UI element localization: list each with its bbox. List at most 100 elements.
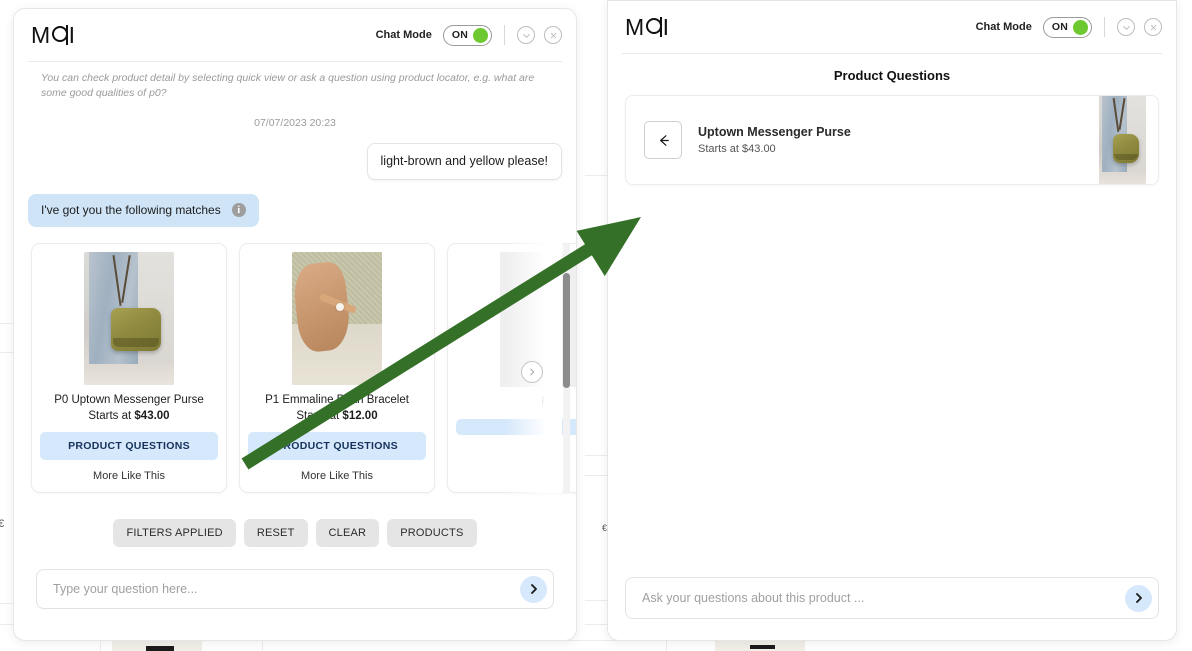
widget-header-left: MI Chat Mode ON [14,9,576,61]
toggle-state-label: ON [451,29,468,41]
products-button[interactable]: PRODUCTS [387,519,477,548]
purse-photo [84,252,174,386]
product-name: P [541,396,549,409]
product-carousel-track: P0 Uptown Messenger Purse Starts at $43.… [28,243,576,494]
background-rule [0,603,13,604]
product-price-prefix: Starts at [698,143,743,155]
background-rule [0,323,13,324]
bot-message-text: I've got you the following matches [41,202,221,217]
chat-composer-right[interactable] [625,577,1159,619]
product-questions-button[interactable] [456,418,576,435]
header-divider [504,25,505,45]
product-name-and-price: P1 Emmaline Pearl Bracelet Starts at $12… [265,393,409,424]
background-product-strip [146,646,174,651]
bracelet-photo [292,252,382,386]
chat-body-left: You can check product detail by selectin… [14,62,576,640]
more-like-this-link[interactable]: More Like This [301,470,373,482]
product-price-line: Starts at $43.00 [698,143,851,155]
send-button-left[interactable] [520,575,547,603]
product-carousel[interactable]: P0 Uptown Messenger Purse Starts at $43.… [28,243,576,494]
product-name-and-price: P0 Uptown Messenger Purse Starts at $43.… [54,393,204,424]
info-icon[interactable]: i [231,203,246,218]
product-questions-button[interactable]: PRODUCT QUESTIONS [248,432,426,461]
toggle-knob [1073,19,1088,35]
message-row-bot: I've got you the following matches i [14,193,576,228]
chat-body-right: Product Questions Uptown Messenger Purse… [608,54,1176,640]
product-questions-button[interactable]: PRODUCT QUESTIONS [40,432,218,461]
logo-o-glyph [645,16,662,37]
close-icon[interactable] [544,26,562,44]
arrow-left-icon[interactable] [644,121,682,159]
product-card-partial[interactable]: P [447,243,576,494]
header-controls-right: Chat Mode ON [975,16,1162,38]
logo-o-glyph [51,24,68,45]
carousel-scrollbar-thumb[interactable] [563,273,570,389]
product-price: $12.00 [342,409,378,422]
purse-photo [1099,96,1146,184]
product-image [292,252,382,386]
chat-input-left[interactable] [51,581,520,598]
background-rule [585,600,607,601]
chat-mode-toggle[interactable]: ON [442,24,492,46]
filters-applied-button[interactable]: FILTERS APPLIED [113,519,236,548]
logo-text-tail: I [662,13,670,40]
reset-button[interactable]: RESET [243,519,308,548]
clear-button[interactable]: CLEAR [315,519,380,548]
product-image [1099,96,1146,184]
right-panel-spacer [608,185,1176,577]
product-price: $43.00 [134,409,170,422]
chat-composer-left[interactable] [36,569,554,610]
close-icon[interactable] [1144,18,1162,36]
background-rule [100,640,101,651]
product-price-prefix: Starts at [296,409,343,422]
logo-text: M [31,21,51,48]
product-name: P1 Emmaline Pearl Bracelet [265,394,409,407]
background-rule [262,640,263,651]
locator-hint-text: You can check product detail by selectin… [41,72,535,100]
product-name: P0 Uptown Messenger Purse [54,394,204,407]
brand-logo: MI [31,22,76,49]
chat-mode-label: Chat Mode [375,29,432,41]
logo-text-tail: I [68,21,76,48]
widget-header-right: MI Chat Mode ON [608,1,1176,53]
background-product-strip [750,645,775,649]
user-message-bubble: light-brown and yellow please! [366,143,562,180]
product-card[interactable]: P0 Uptown Messenger Purse Starts at $43.… [31,243,227,494]
product-card[interactable]: P1 Emmaline Pearl Bracelet Starts at $12… [239,243,435,494]
message-row-user: light-brown and yellow please! [14,143,576,180]
product-detail-texts: Uptown Messenger Purse Starts at $43.00 [698,125,851,155]
quick-actions-row: FILTERS APPLIED RESET CLEAR PRODUCTS [14,519,576,548]
screenshot-canvas: € € MI Chat Mode ON You can check produc… [0,0,1192,651]
page-title: Product Questions [833,68,951,83]
product-detail-card[interactable]: Uptown Messenger Purse Starts at $43.00 [625,95,1159,185]
background-rule [0,352,13,353]
chat-mode-label: Chat Mode [975,21,1032,33]
bot-message-bubble: I've got you the following matches i [28,193,259,228]
background-rule [585,475,607,476]
brand-logo: MI [625,14,670,41]
background-clipped-text: € [0,518,5,530]
toggle-knob [473,27,488,43]
product-image [84,252,174,386]
chat-widget-right: MI Chat Mode ON Product Questions Uptown… [607,0,1177,641]
more-like-this-link[interactable]: More Like This [93,470,165,482]
chat-widget-left: MI Chat Mode ON You can check product de… [13,8,577,641]
toggle-state-label: ON [1051,21,1068,33]
product-name: Uptown Messenger Purse [698,125,851,139]
header-controls-left: Chat Mode ON [375,24,562,46]
logo-text: M [625,13,645,40]
background-rule [585,624,607,625]
background-rule [0,624,13,625]
background-rule [666,640,667,651]
background-rule [585,455,607,456]
chat-input-right[interactable] [640,590,1125,606]
product-price-prefix: Starts at [88,409,135,422]
header-divider [1104,17,1105,37]
minimize-icon[interactable] [517,26,535,44]
minimize-icon[interactable] [1117,18,1135,36]
send-button-right[interactable] [1125,584,1152,612]
background-rule [585,175,607,176]
chat-mode-toggle[interactable]: ON [1042,16,1092,38]
product-price: $43.00 [742,143,776,155]
conversation-timestamp: 07/07/2023 20:23 [254,117,336,130]
